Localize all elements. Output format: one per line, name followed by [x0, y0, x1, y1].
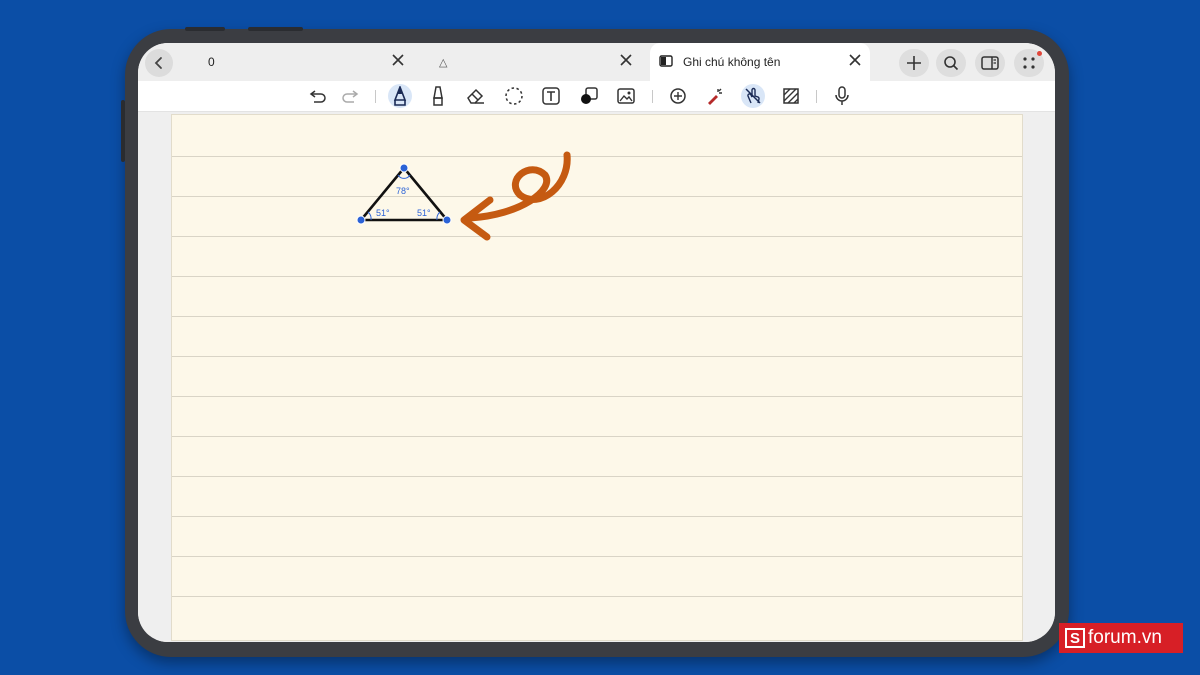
vertex-handle-top[interactable]	[399, 163, 409, 173]
tab-2[interactable]: △	[414, 43, 644, 81]
angle-left-label: 51°	[376, 208, 390, 218]
lined-paper[interactable]: 78° 51° 51°	[171, 114, 1023, 641]
image-tool[interactable]	[614, 84, 638, 108]
tablet-side-button	[121, 100, 125, 162]
touch-draw-icon	[745, 87, 761, 104]
tab-1-label: 0	[208, 55, 215, 69]
tab-3-label: Ghi chú không tên	[683, 55, 781, 69]
logo-mark: S	[1065, 628, 1085, 648]
pattern-tool[interactable]	[779, 84, 803, 108]
lasso-select-icon	[505, 87, 523, 105]
tablet-screen: 0 △ Ghi chú không tên 78° 51° 51°	[138, 43, 1055, 642]
tab-3-close-icon[interactable]	[846, 51, 864, 69]
note-tab-icon	[659, 55, 673, 67]
note-page-area: 78° 51° 51°	[138, 112, 1055, 642]
paper-line	[172, 516, 1022, 517]
toolbar-separator	[816, 90, 817, 103]
vertex-handle-left[interactable]	[356, 215, 366, 225]
toolbar-separator	[652, 90, 653, 103]
tab-3[interactable]: Ghi chú không tên	[650, 43, 870, 81]
highlighter-tool[interactable]	[426, 84, 450, 108]
image-icon	[617, 88, 635, 104]
new-tab-button[interactable]	[899, 49, 929, 77]
paper-line	[172, 236, 1022, 237]
more-dots-icon	[1023, 57, 1035, 69]
paper-line	[172, 276, 1022, 277]
paper-line	[172, 596, 1022, 597]
pen-tool[interactable]	[388, 84, 412, 108]
lasso-select-tool[interactable]	[502, 84, 526, 108]
eraser-tool[interactable]	[463, 84, 487, 108]
paper-line	[172, 396, 1022, 397]
sforum-logo: S forum.vn	[1059, 623, 1183, 653]
microphone-button[interactable]	[830, 84, 854, 108]
pattern-icon	[783, 88, 799, 104]
zoom-icon	[670, 88, 686, 104]
paper-line	[172, 556, 1022, 557]
laser-pointer-icon	[708, 88, 722, 105]
angle-right-label: 51°	[417, 208, 431, 218]
shape-tool[interactable]	[577, 84, 601, 108]
laser-pointer-tool[interactable]	[703, 84, 727, 108]
paper-line	[172, 196, 1022, 197]
paper-line	[172, 356, 1022, 357]
paper-line	[172, 436, 1022, 437]
tab-1-close-icon[interactable]	[389, 51, 407, 69]
back-button[interactable]	[145, 49, 173, 77]
paper-line	[172, 476, 1022, 477]
paper-line	[172, 156, 1022, 157]
tab-2-label: △	[439, 57, 448, 69]
tablet-top-button-2	[248, 27, 303, 31]
undo-button[interactable]	[306, 84, 330, 108]
paper-line	[172, 316, 1022, 317]
notification-dot	[1037, 51, 1042, 56]
split-view-button[interactable]	[975, 49, 1005, 77]
search-icon	[944, 56, 959, 71]
logo-text: forum.vn	[1088, 627, 1162, 648]
plus-icon	[907, 56, 921, 70]
angle-top-label: 78°	[396, 186, 410, 196]
text-box-icon	[542, 87, 560, 105]
touch-draw-tool[interactable]	[741, 84, 765, 108]
shape-icon	[581, 87, 598, 104]
tab-1[interactable]: 0	[180, 43, 412, 81]
redo-icon	[342, 90, 359, 103]
search-button[interactable]	[936, 49, 966, 77]
triangle-shape[interactable]: 78° 51° 51°	[352, 160, 452, 230]
eraser-icon	[467, 88, 484, 104]
redo-button[interactable]	[338, 84, 362, 108]
split-view-icon	[981, 56, 999, 70]
microphone-icon	[835, 86, 849, 105]
text-box-tool[interactable]	[539, 84, 563, 108]
toolbar-separator	[375, 90, 376, 103]
undo-icon	[309, 90, 326, 103]
tab-2-close-icon[interactable]	[617, 51, 635, 69]
highlighter-icon	[433, 86, 443, 106]
drawing-toolbar	[138, 81, 1055, 112]
chevron-left-icon	[154, 57, 162, 69]
zoom-tool[interactable]	[666, 84, 690, 108]
tab-bar: 0 △ Ghi chú không tên	[138, 43, 1055, 81]
vertex-handle-right[interactable]	[442, 215, 452, 225]
tablet-top-button	[185, 27, 225, 31]
pen-icon	[393, 86, 407, 106]
